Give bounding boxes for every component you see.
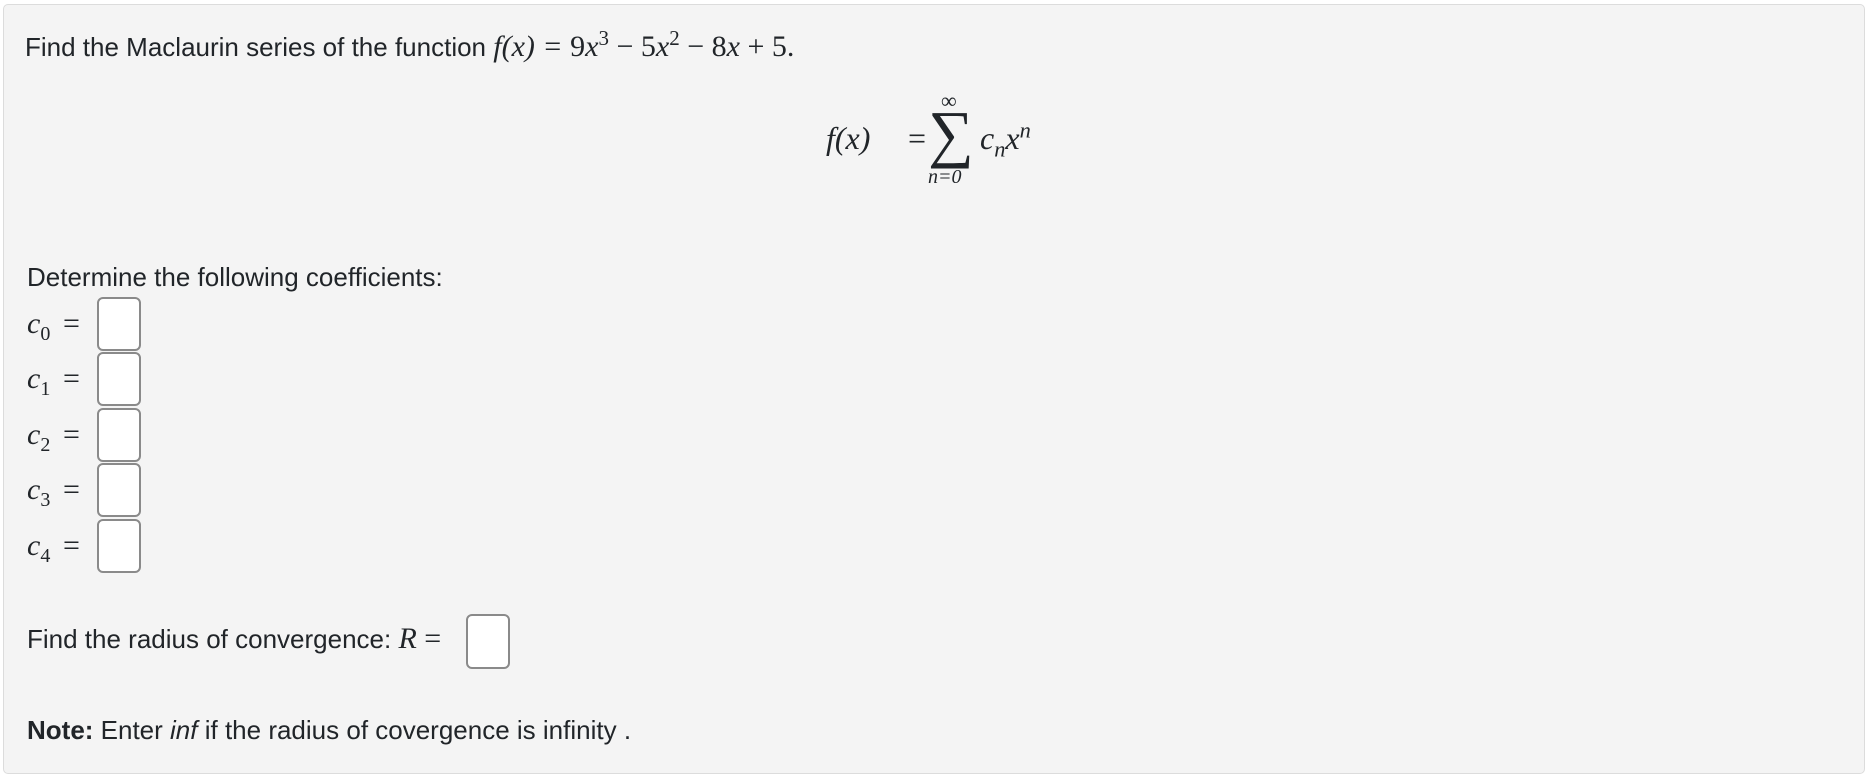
coef-c: c: [27, 362, 41, 395]
c4-input[interactable]: [97, 519, 141, 573]
term-c: c: [980, 120, 995, 156]
coef-sub: 4: [40, 545, 51, 567]
coef-row-c0: c0 =: [27, 297, 227, 351]
question-intro: Find the Maclaurin series of the functio…: [25, 26, 795, 63]
coef-label: c4: [27, 529, 50, 566]
coef-label: c0: [27, 307, 50, 344]
coef-row-c2: c2 =: [27, 408, 227, 462]
term-x2: x: [655, 30, 670, 63]
coef-c: c: [27, 529, 41, 562]
term-x-sup: n: [1019, 117, 1031, 143]
radius-equals: =: [416, 622, 442, 655]
c3-input[interactable]: [97, 463, 141, 517]
note-text-after: if the radius of covergence is infinity …: [197, 715, 632, 745]
radius-prompt-text: Find the radius of convergence:: [27, 624, 399, 654]
function-formula: f(x) = 9x3 − 5x2 − 8x + 5.: [493, 26, 795, 63]
note-keyword: inf: [170, 715, 198, 745]
series-term: cnxn: [980, 117, 1031, 160]
coef-equals: =: [63, 473, 80, 506]
term-c-sub: n: [994, 136, 1006, 162]
coef-label: c2: [27, 418, 50, 455]
sigma-symbol: ∑: [928, 98, 974, 169]
sum-lower-limit: n=0: [928, 166, 962, 188]
exp-3: 3: [598, 26, 609, 50]
note-text-before: Enter: [93, 715, 171, 745]
coef-c: c: [27, 418, 41, 451]
term-x: x: [1005, 120, 1020, 156]
coef-equals: =: [63, 362, 80, 395]
radius-input[interactable]: [466, 614, 510, 669]
coef-equals: =: [63, 529, 80, 562]
coefficients-heading: Determine the following coefficients:: [27, 262, 443, 292]
coef-equals: =: [63, 307, 80, 340]
term-x3: x: [585, 30, 599, 63]
series-lhs: f(x): [826, 120, 871, 156]
term-minus-8: − 8: [679, 30, 727, 63]
coef-equals: =: [63, 418, 80, 451]
series-equals: =: [908, 120, 927, 156]
exp-2: 2: [669, 26, 680, 50]
coef-row-c3: c3 =: [27, 463, 227, 517]
c2-input[interactable]: [97, 408, 141, 462]
series-formula: f(x) = ∞ ∑ n=0 cnxn: [820, 90, 1060, 192]
term-plus-5: + 5.: [739, 30, 795, 63]
intro-text: Find the Maclaurin series of the functio…: [25, 32, 494, 62]
coef-label: c3: [27, 473, 50, 510]
coef-row-c1: c1 =: [27, 352, 227, 406]
c0-input[interactable]: [97, 297, 141, 351]
c1-input[interactable]: [97, 352, 141, 406]
coef-sub: 1: [40, 378, 51, 400]
coef-sub: 3: [40, 489, 51, 511]
coef-c: c: [27, 473, 41, 506]
coef-9: 9: [570, 30, 586, 63]
radius-symbol: R: [398, 622, 417, 655]
coef-row-c4: c4 =: [27, 519, 227, 573]
coef-sub: 2: [40, 434, 51, 456]
coef-label: c1: [27, 362, 50, 399]
coef-c: c: [27, 307, 41, 340]
coef-sub: 0: [40, 323, 51, 345]
term-minus-5: − 5: [608, 30, 656, 63]
radius-prompt: Find the radius of convergence: R =: [27, 622, 442, 655]
note-label: Note:: [27, 715, 94, 745]
note: Note: Enter inf if the radius of coverge…: [27, 715, 631, 745]
term-x1: x: [726, 30, 740, 63]
